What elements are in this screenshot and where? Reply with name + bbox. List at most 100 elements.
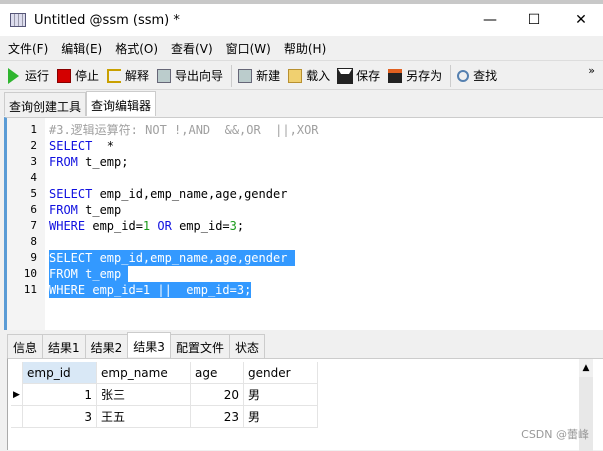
table-row[interactable]: 3 王五 23 男 [11, 406, 318, 428]
cell-age[interactable]: 23 [191, 406, 244, 428]
stop-button[interactable]: 停止 [57, 67, 99, 84]
explain-label: 解释 [125, 69, 150, 83]
line-number: 11 [23, 283, 37, 296]
folder-icon [288, 68, 303, 83]
stop-label: 停止 [75, 69, 100, 83]
window-title: Untitled @ssm (ssm) * [34, 12, 180, 28]
run-button[interactable]: 运行 [8, 67, 49, 84]
row-indicator [11, 406, 23, 428]
code-token: ; [236, 219, 245, 233]
code-line[interactable]: FROM t_emp [49, 202, 121, 218]
close-button[interactable]: ✕ [561, 8, 601, 32]
code-token: FROM [49, 203, 78, 217]
new-label: 新建 [256, 69, 281, 83]
code-line[interactable]: SELECT emp_id,emp_name,age,gender [49, 250, 295, 266]
load-button[interactable]: 载入 [288, 67, 330, 84]
menu-window[interactable]: 窗口(W) [226, 40, 271, 57]
save-as-button[interactable]: 另存为 [388, 67, 442, 84]
column-header[interactable]: age [191, 362, 244, 384]
cell-emp-id[interactable]: 1 [23, 384, 97, 406]
tab-query-editor[interactable]: 查询编辑器 [86, 91, 157, 116]
line-number: 7 [30, 219, 37, 232]
code-line[interactable]: WHERE emp_id=1 OR emp_id=3; [49, 218, 244, 234]
save-as-icon [388, 68, 403, 83]
menu-file[interactable]: 文件(F) [8, 40, 48, 57]
title-bar: Untitled @ssm (ssm) * — ☐ ✕ [0, 4, 603, 36]
cell-emp-id[interactable]: 3 [23, 406, 97, 428]
toolbar-overflow-button[interactable]: » [588, 64, 595, 77]
code-token: t_emp [77, 267, 129, 281]
find-button[interactable]: 查找 [457, 67, 497, 84]
menu-view[interactable]: 查看(V) [171, 40, 213, 57]
tab-info[interactable]: 信息 [7, 334, 44, 358]
menu-bar: 文件(F) 编辑(E) 格式(O) 查看(V) 窗口(W) 帮助(H) [0, 36, 603, 61]
line-number: 8 [30, 235, 37, 248]
tab-profile[interactable]: 配置文件 [169, 334, 230, 358]
toolbar-separator [450, 64, 452, 87]
code-line[interactable]: WHERE emp_id=1 || emp_id=3; [49, 282, 252, 298]
scroll-up-icon[interactable]: ▲ [579, 359, 593, 377]
code-token: FROM [49, 267, 78, 281]
menu-help[interactable]: 帮助(H) [284, 40, 326, 57]
code-token: OR [150, 219, 172, 233]
new-button[interactable]: 新建 [238, 67, 280, 84]
table-row[interactable]: ▶ 1 张三 20 男 [11, 384, 318, 406]
column-header[interactable]: gender [244, 362, 318, 384]
line-number: 4 [30, 171, 37, 184]
app-table-icon [10, 13, 26, 27]
tab-query-builder[interactable]: 查询创建工具 [4, 92, 87, 116]
tab-status[interactable]: 状态 [228, 334, 265, 358]
export-wizard-button[interactable]: 导出向导 [157, 67, 223, 84]
minimize-button[interactable]: — [470, 8, 510, 32]
column-header[interactable]: emp_name [97, 362, 191, 384]
line-number: 3 [30, 155, 37, 168]
cell-emp-name[interactable]: 王五 [97, 406, 191, 428]
code-token: t_emp; [77, 155, 129, 169]
cell-gender[interactable]: 男 [244, 406, 318, 428]
code-token: emp_id,emp_name,age,gender [92, 187, 288, 201]
code-token: SELECT [49, 139, 93, 153]
code-token: t_emp [77, 203, 122, 217]
load-label: 载入 [306, 69, 331, 83]
row-indicator-header [11, 362, 23, 384]
menu-format[interactable]: 格式(O) [115, 40, 158, 57]
tab-result3[interactable]: 结果3 [127, 332, 171, 357]
cell-age[interactable]: 20 [191, 384, 244, 406]
tab-result2[interactable]: 结果2 [84, 334, 129, 358]
sql-editor[interactable]: 1 #3.逻辑运算符: NOT !,AND &&,OR ||,XOR 2 SELECT… [4, 117, 603, 330]
export-label: 导出向导 [175, 69, 224, 83]
explain-button[interactable]: 解释 [107, 67, 149, 84]
play-icon [8, 67, 19, 84]
code-line[interactable]: SELECT emp_id,emp_name,age,gender [49, 186, 287, 202]
search-icon [457, 69, 470, 82]
code-line[interactable]: #3.逻辑运算符: NOT !,AND &&,OR ||,XOR [49, 122, 319, 138]
line-number: 6 [30, 203, 37, 216]
code-token: FROM [49, 155, 78, 169]
save-as-label: 另存为 [406, 69, 443, 83]
watermark: CSDN @蕾峰 [521, 428, 589, 441]
code-token: 3 [229, 219, 237, 233]
cell-emp-name[interactable]: 张三 [97, 384, 191, 406]
editor-tabs: 查询创建工具 查询编辑器 [4, 91, 157, 117]
grid-header-row: emp_id emp_name age gender [11, 362, 318, 384]
column-header[interactable]: emp_id [23, 362, 97, 384]
code-token: emp_id,emp_name,age,gender [92, 251, 295, 265]
cell-gender[interactable]: 男 [244, 384, 318, 406]
code-token: #3.逻辑运算符: NOT !,AND &&,OR ||,XOR [49, 123, 319, 137]
tab-result1[interactable]: 结果1 [42, 334, 86, 358]
code-line[interactable]: FROM t_emp; [49, 154, 128, 170]
explain-icon [107, 68, 122, 83]
code-token: SELECT [49, 187, 93, 201]
menu-edit[interactable]: 编辑(E) [61, 40, 102, 57]
code-line[interactable]: SELECT * [49, 138, 114, 154]
line-number: 2 [30, 139, 37, 152]
line-number: 5 [30, 187, 37, 200]
new-icon [238, 68, 253, 83]
save-button[interactable]: 保存 [337, 67, 380, 84]
code-token: emp_id= [85, 219, 143, 233]
code-line[interactable]: FROM t_emp [49, 266, 129, 282]
code-token: SELECT [49, 251, 93, 265]
toolbar-separator [231, 64, 233, 87]
export-icon [157, 68, 172, 83]
maximize-button[interactable]: ☐ [514, 8, 554, 32]
